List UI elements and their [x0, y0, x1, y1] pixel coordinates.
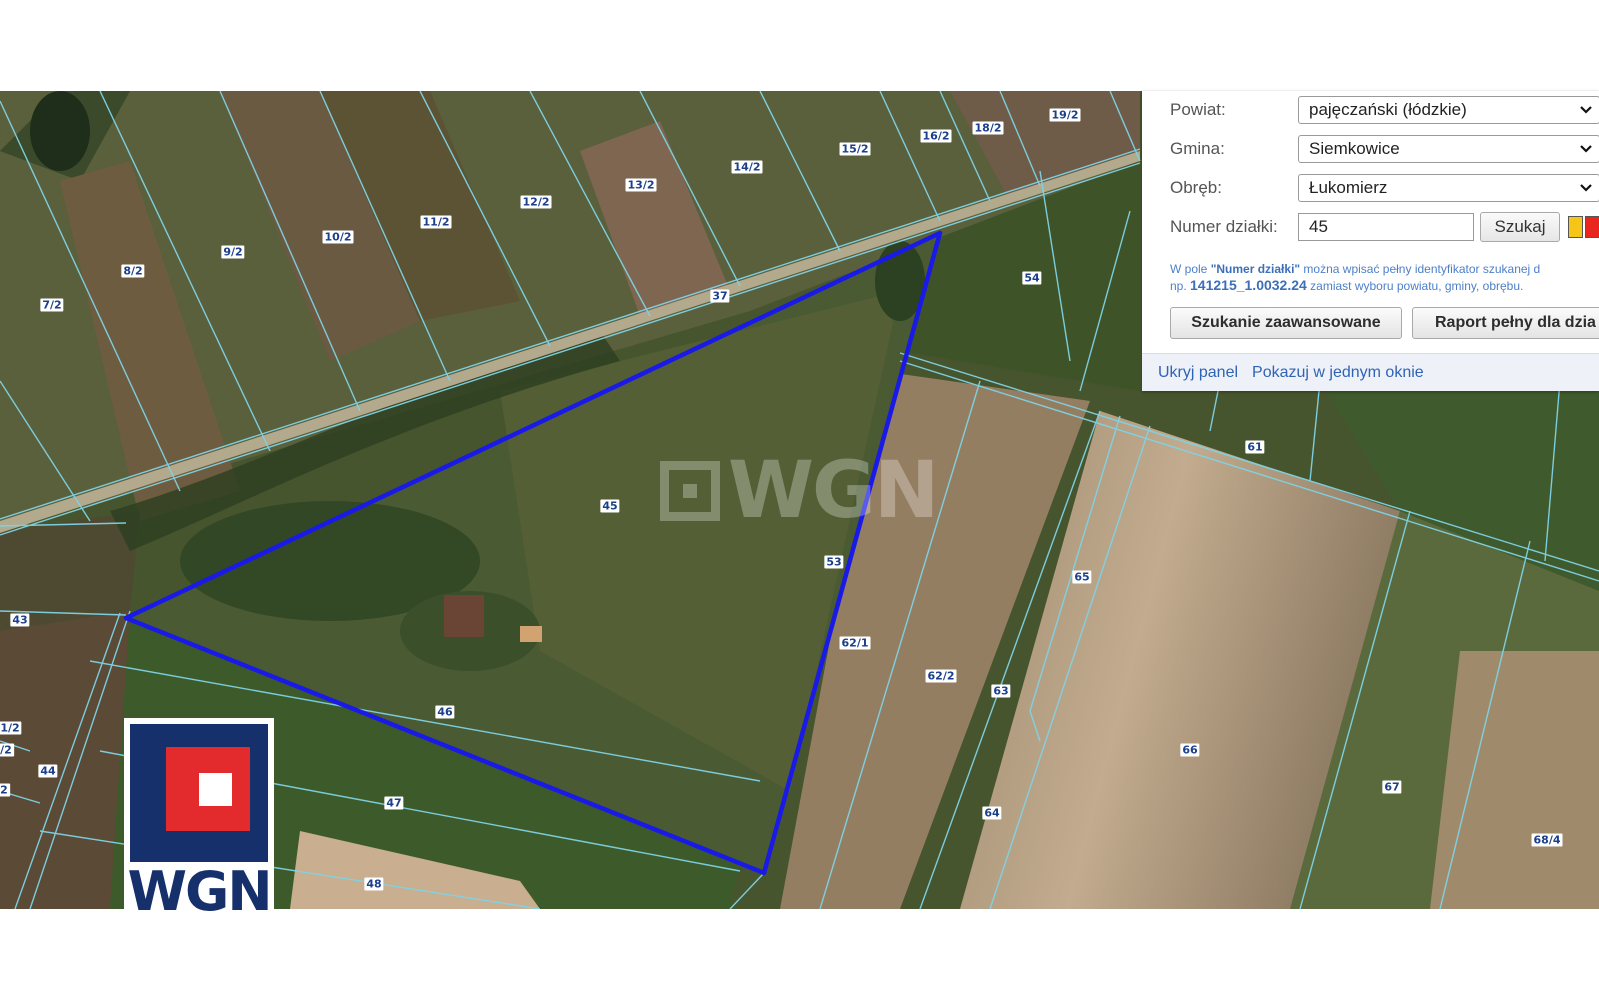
logo-white-square: [199, 773, 232, 806]
parcel-label: 48: [364, 877, 384, 891]
parcel-label: 19/2: [1049, 108, 1081, 122]
powiat-row: Powiat:: [1170, 95, 1298, 125]
parcel-label: 54: [1022, 271, 1042, 285]
hint-line-1: W pole "Numer działki" można wpisać pełn…: [1170, 262, 1541, 276]
parcel-label: 62/2: [925, 669, 957, 683]
gmina-row: Gmina:: [1170, 134, 1298, 164]
obreb-label: Obręb:: [1170, 178, 1222, 197]
parcel-label: /2: [0, 743, 14, 757]
gmina-select[interactable]: Siemkowice: [1298, 135, 1599, 163]
gmina-value: Siemkowice: [1309, 139, 1400, 158]
advanced-search-button[interactable]: Szukanie zaawansowane: [1170, 307, 1402, 339]
single-window-link[interactable]: Pokazuj w jednym oknie: [1252, 364, 1424, 382]
parcel-label: 46: [435, 705, 455, 719]
parcel-label: 62/1: [839, 636, 871, 650]
parcel-number-input[interactable]: [1298, 213, 1474, 241]
parcel-label: 14/2: [731, 160, 763, 174]
parcel-label: 44: [38, 764, 58, 778]
powiat-label: Powiat:: [1170, 100, 1226, 119]
parcel-label: 7/2: [40, 298, 64, 312]
parcel-label: 8/2: [121, 264, 145, 278]
parcel-label: 12/2: [520, 195, 552, 209]
logo-text: WGN: [127, 860, 272, 923]
search-hint: W pole "Numer działki" można wpisać pełn…: [1170, 261, 1599, 294]
hide-panel-link[interactable]: Ukryj panel: [1158, 364, 1238, 382]
parcel-label: 53: [824, 555, 844, 569]
numer-row: Numer działki:: [1170, 212, 1298, 242]
parcel-label: 11/2: [420, 215, 452, 229]
full-report-button[interactable]: Raport pełny dla dzia: [1412, 307, 1599, 339]
parcel-label: 63: [991, 684, 1011, 698]
watermark-text: WGN: [728, 446, 939, 536]
powiat-select[interactable]: pajęczański (łódzkie): [1298, 96, 1599, 124]
logo-blue-square: [130, 724, 268, 862]
hint-line-2: np. 141215_1.0032.24 zamiast wyboru powi…: [1170, 277, 1524, 293]
obreb-select[interactable]: Łukomierz: [1298, 174, 1599, 202]
parcel-label: 43: [10, 613, 30, 627]
search-button[interactable]: Szukaj: [1480, 212, 1560, 242]
wgn-logo: WGN: [124, 718, 274, 923]
parcel-label: 67: [1382, 780, 1402, 794]
parcel-label: 64: [982, 806, 1002, 820]
obreb-row: Obręb:: [1170, 173, 1298, 203]
watermark: WGN: [660, 446, 939, 536]
parcel-label: 45: [600, 499, 620, 513]
obreb-value: Łukomierz: [1309, 178, 1388, 197]
numer-label: Numer działki:: [1170, 217, 1278, 236]
parcel-label: 65: [1072, 570, 1092, 584]
chevron-down-icon: [1580, 106, 1592, 114]
parcel-label: 1/2: [0, 721, 22, 735]
powiat-value: pajęczański (łódzkie): [1309, 100, 1467, 119]
parcel-label: 9/2: [221, 245, 245, 259]
parcel-label: 18/2: [972, 121, 1004, 135]
color-swatch-yellow[interactable]: [1568, 216, 1583, 238]
search-panel: Powiat: pajęczański (łódzkie) Gmina: Sie…: [1142, 91, 1599, 391]
panel-links: Ukryj panel Pokazuj w jednym oknie: [1142, 353, 1599, 391]
parcel-label: 16/2: [920, 129, 952, 143]
parcel-label: 15/2: [839, 142, 871, 156]
color-swatch-red[interactable]: [1585, 216, 1599, 238]
parcel-label: 10/2: [322, 230, 354, 244]
logo-red-square: [166, 747, 250, 831]
gmina-label: Gmina:: [1170, 139, 1225, 158]
parcel-label: 47: [384, 796, 404, 810]
parcel-label: 68/4: [1531, 833, 1563, 847]
parcel-label: 13/2: [625, 178, 657, 192]
parcel-label: 61: [1245, 440, 1265, 454]
watermark-square-icon: [660, 461, 720, 521]
parcel-label: 37: [710, 289, 730, 303]
chevron-down-icon: [1580, 145, 1592, 153]
parcel-label: 2: [0, 783, 10, 797]
chevron-down-icon: [1580, 184, 1592, 192]
parcel-label: 66: [1180, 743, 1200, 757]
